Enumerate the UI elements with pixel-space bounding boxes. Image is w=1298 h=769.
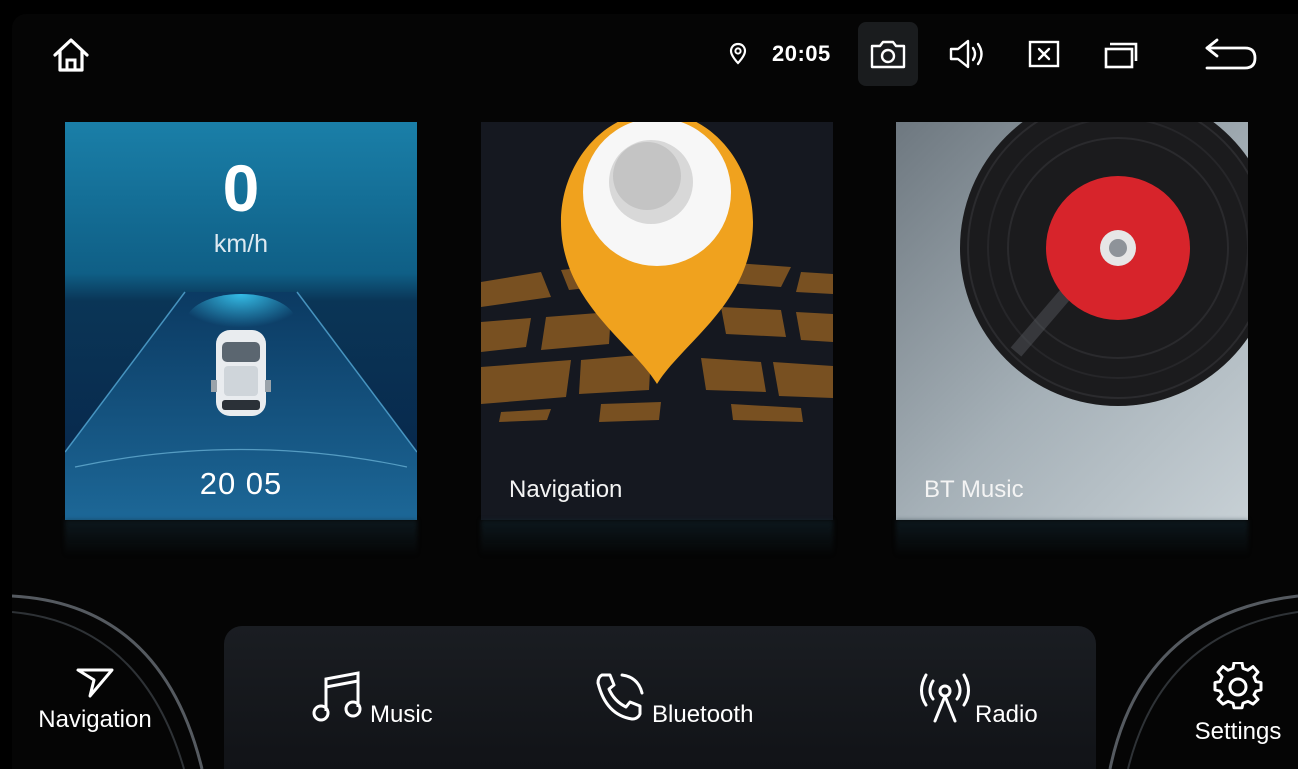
- status-clock: 20:05: [772, 41, 831, 66]
- dock-navigation-label: Navigation: [38, 706, 152, 733]
- card-reflection: [481, 520, 833, 556]
- phone-call-icon: [596, 673, 644, 721]
- location-pin-icon: [729, 42, 747, 65]
- volume-button[interactable]: [937, 22, 997, 86]
- recent-apps-icon: [1104, 42, 1138, 69]
- screenshot-icon: [870, 40, 906, 69]
- card-reflection: [896, 520, 1248, 556]
- navigation-card-label: Navigation: [509, 476, 623, 503]
- home-icon: [53, 38, 89, 72]
- dock-navigation[interactable]: Navigation: [30, 666, 160, 734]
- music-note-icon: [312, 671, 362, 722]
- screenshot-button[interactable]: [858, 22, 918, 86]
- dock-radio-label: Radio: [975, 701, 1038, 728]
- back-icon: [1205, 38, 1257, 70]
- speed-unit: km/h: [213, 230, 269, 258]
- speed-card[interactable]: 0 km/h 20 05: [65, 122, 417, 520]
- bt-music-card[interactable]: BT Music: [896, 122, 1248, 520]
- dock-radio[interactable]: Radio: [917, 669, 1038, 728]
- status-bar: 20:05: [12, 14, 1298, 98]
- volume-icon: [949, 39, 983, 69]
- navigation-card[interactable]: Navigation: [481, 122, 833, 520]
- dock-music-label: Music: [370, 701, 433, 728]
- dock-bluetooth-label: Bluetooth: [652, 701, 754, 728]
- dock-music[interactable]: Music: [312, 669, 433, 728]
- back-button[interactable]: [1200, 22, 1260, 86]
- gear-icon: [1213, 662, 1263, 710]
- navigation-arrow-icon: [76, 668, 114, 698]
- home-button[interactable]: [52, 36, 90, 74]
- speed-card-time: 20 05: [199, 466, 283, 501]
- car-icon: [211, 330, 271, 416]
- recent-apps-button[interactable]: [1092, 22, 1152, 86]
- map-graphic: [481, 122, 833, 422]
- dock-settings-label: Settings: [1194, 718, 1282, 745]
- vinyl-record-graphic: [960, 122, 1248, 406]
- radio-antenna-icon: [920, 673, 970, 723]
- close-window-icon: [1028, 40, 1060, 68]
- bt-music-card-label: BT Music: [924, 476, 1024, 503]
- speed-value: 0: [222, 151, 260, 225]
- dock-settings[interactable]: Settings: [1178, 662, 1298, 746]
- dock-bluetooth[interactable]: Bluetooth: [592, 669, 753, 728]
- head-unit-screen: 20:05 0 km/h 20 05 Navigation BT Music N…: [12, 14, 1298, 769]
- card-reflection: [65, 520, 417, 556]
- close-window-button[interactable]: [1014, 22, 1074, 86]
